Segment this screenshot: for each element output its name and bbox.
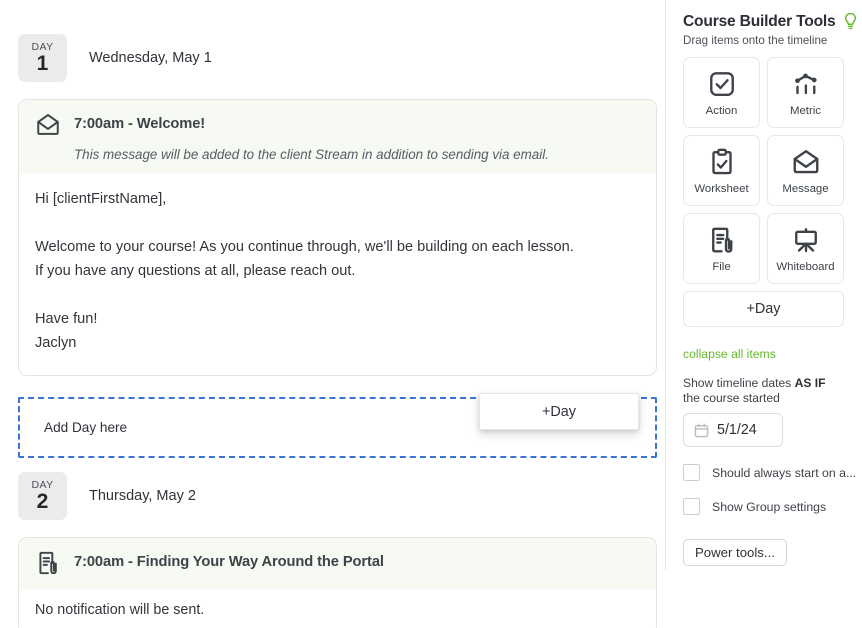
start-date-value: 5/1/24 <box>717 422 757 438</box>
tool-label: Metric <box>789 104 821 117</box>
timeline-dates-description: Show timeline dates AS IF the course sta… <box>683 376 835 406</box>
asif-emphasis: AS IF <box>794 376 826 390</box>
day-header-2[interactable]: DAY 2 Thursday, May 2 <box>18 472 657 520</box>
lightbulb-icon[interactable] <box>842 12 859 31</box>
day-badge-word: DAY <box>31 478 54 491</box>
course-builder-tools-sidebar: Course Builder Tools Drag items onto the… <box>665 0 862 628</box>
timeline-item-body: Hi [clientFirstName], Welcome to your co… <box>35 191 574 351</box>
add-day-button[interactable]: +Day <box>683 291 844 327</box>
timeline-panel: DAY 1 Wednesday, May 1 7:00am - Welcome!… <box>0 0 665 628</box>
calendar-icon <box>693 422 710 439</box>
timeline-item-title: 7:00am - Finding Your Way Around the Por… <box>74 554 384 570</box>
day-header-1[interactable]: DAY 1 Wednesday, May 1 <box>18 34 657 82</box>
tool-whiteboard[interactable]: Whiteboard <box>767 213 844 284</box>
day-badge-2: DAY 2 <box>18 472 67 520</box>
envelope-icon <box>35 112 61 138</box>
collapse-all-items-link[interactable]: collapse all items <box>683 347 776 361</box>
checkbox-should-always-start[interactable] <box>683 464 700 481</box>
tool-label: Message <box>782 182 829 195</box>
sidebar-title-row: Course Builder Tools <box>683 12 862 31</box>
day-date-label: Thursday, May 2 <box>89 488 196 504</box>
checkbox-row-start-day[interactable]: Should always start on a... <box>683 464 862 481</box>
timeline-item-header[interactable]: 7:00am - Welcome! This message will be a… <box>19 100 656 173</box>
day-badge-number: 2 <box>36 490 49 514</box>
chart-metric-icon <box>791 69 821 99</box>
day-date-label: Wednesday, May 1 <box>89 50 212 66</box>
timeline-item-body: No notification will be sent. <box>35 602 205 618</box>
tool-worksheet[interactable]: Worksheet <box>683 135 760 206</box>
easel-icon <box>791 225 821 255</box>
checkbox-label: Show Group settings <box>712 499 827 514</box>
tool-message[interactable]: Message <box>767 135 844 206</box>
tool-grid: Action Metric Worksheet Message File Whi… <box>683 57 862 284</box>
tool-file[interactable]: File <box>683 213 760 284</box>
tool-metric[interactable]: Metric <box>767 57 844 128</box>
checkbox-show-group-settings[interactable] <box>683 498 700 515</box>
tool-label: Whiteboard <box>776 260 835 273</box>
power-tools-button[interactable]: Power tools... <box>683 539 787 566</box>
start-date-input[interactable]: 5/1/24 <box>683 413 783 447</box>
tool-label: Action <box>705 104 738 117</box>
checkbox-label: Should always start on a... <box>712 465 857 480</box>
asif-prefix: Show timeline dates <box>683 376 795 390</box>
timeline-item-card[interactable]: 7:00am - Welcome! This message will be a… <box>18 99 657 376</box>
file-attachment-icon <box>707 225 737 255</box>
course-builder-screen: DAY 1 Wednesday, May 1 7:00am - Welcome!… <box>0 0 862 628</box>
tool-label: Worksheet <box>694 182 749 195</box>
timeline-item-subtitle: This message will be added to the client… <box>74 147 549 162</box>
asif-suffix: the course started <box>683 391 780 405</box>
tool-label: File <box>712 260 731 273</box>
day-badge-1: DAY 1 <box>18 34 67 82</box>
checkbox-row-group-settings[interactable]: Show Group settings <box>683 498 862 515</box>
sidebar-subtitle: Drag items onto the timeline <box>683 34 828 47</box>
tool-action[interactable]: Action <box>683 57 760 128</box>
add-day-label: +Day <box>746 301 781 317</box>
dragging-add-day-card[interactable]: +Day <box>479 393 639 430</box>
file-attachment-icon <box>35 550 61 576</box>
checkbox-square-icon <box>707 69 737 99</box>
sidebar-title: Course Builder Tools <box>683 12 836 30</box>
dropzone-label: Add Day here <box>44 420 128 435</box>
envelope-icon <box>791 147 821 177</box>
timeline-item-header[interactable]: 7:00am - Finding Your Way Around the Por… <box>19 538 656 589</box>
day-badge-number: 1 <box>36 52 49 76</box>
dragging-add-day-label: +Day <box>542 403 576 420</box>
clipboard-check-icon <box>707 147 737 177</box>
timeline-item-title: 7:00am - Welcome! <box>74 116 206 132</box>
power-tools-label: Power tools... <box>695 545 775 560</box>
timeline-item-card[interactable]: 7:00am - Finding Your Way Around the Por… <box>18 537 657 628</box>
day-badge-word: DAY <box>31 40 54 53</box>
